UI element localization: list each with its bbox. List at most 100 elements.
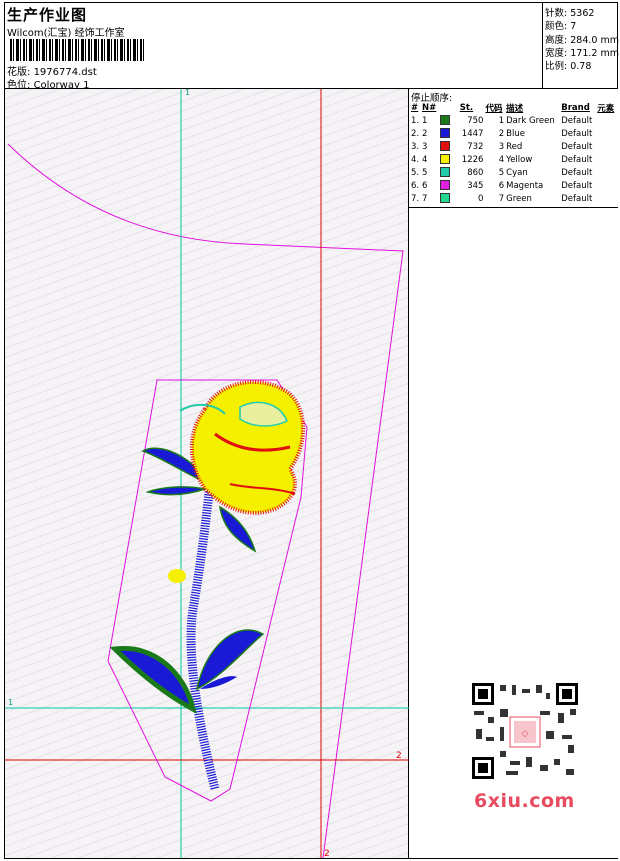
- cell-n: 4: [422, 154, 428, 165]
- cell-code: 5: [498, 167, 505, 178]
- stat-height: 高度: 284.0 mm: [545, 35, 619, 46]
- cell-idx: 1.: [411, 115, 420, 126]
- barcode-image: [10, 39, 145, 61]
- cell-brand: Default: [561, 115, 593, 126]
- table-row: 1. 1 750 1 Dark Green Default: [410, 114, 617, 127]
- embroidery-preview: 1 1 2 2: [5, 89, 409, 858]
- svg-text:◇: ◇: [522, 729, 529, 739]
- cell-n: 1: [422, 115, 428, 126]
- header-info: 生产作业图 Wilcom(汇宝) 经饰工作室 花版: 1976774.dst 色…: [4, 2, 542, 91]
- table-row: 6. 6 345 6 Magenta Default: [410, 179, 617, 192]
- cell-brand: Default: [561, 154, 593, 165]
- color-swatch: [439, 128, 450, 139]
- cell-desc: Magenta: [506, 180, 544, 191]
- element-cell: [596, 127, 617, 140]
- cell-st: 750: [467, 115, 484, 126]
- company-name: Wilcom(汇宝) 经饰工作室: [7, 28, 125, 39]
- table-row: 3. 3 732 3 Red Default: [410, 140, 617, 153]
- table-row: 4. 4 1226 4 Yellow Default: [410, 153, 617, 166]
- cell-idx: 4.: [411, 154, 420, 165]
- table-row: 7. 7 0 7 Green Default: [410, 192, 617, 205]
- cell-n: 3: [422, 141, 428, 152]
- leaf-upper-left-2: [145, 486, 208, 496]
- cell-code: 1: [498, 115, 505, 126]
- leaf-upper-right: [219, 505, 257, 553]
- stat-stitches: 针数: 5362: [545, 8, 595, 19]
- color-swatch-cell: [439, 114, 459, 127]
- cell-brand: Default: [561, 128, 593, 139]
- garment-outline: [7, 143, 404, 858]
- guide-h2-label: 2: [396, 751, 402, 761]
- cell-st: 0: [478, 193, 484, 204]
- stat-width: 宽度: 171.2 mm: [545, 48, 619, 59]
- color-swatch-cell: [439, 140, 459, 153]
- color-swatch: [439, 141, 450, 152]
- color-swatch: [439, 154, 450, 165]
- color-swatch-cell: [439, 153, 459, 166]
- element-cell: [596, 192, 617, 205]
- cell-n: 7: [422, 193, 428, 204]
- guide-h1-label: 1: [8, 698, 13, 707]
- table-header-row: # N# St. 代码 描述 Brand 元素: [410, 101, 617, 114]
- color-swatch: [439, 193, 450, 204]
- cell-code: 4: [498, 154, 505, 165]
- cell-desc: Red: [506, 141, 523, 152]
- cell-st: 860: [467, 167, 484, 178]
- table-row: 2. 2 1447 2 Blue Default: [410, 127, 617, 140]
- cell-idx: 2.: [411, 128, 420, 139]
- cell-idx: 7.: [411, 193, 420, 204]
- cell-idx: 3.: [411, 141, 420, 152]
- panel-divider: [409, 207, 618, 208]
- cell-n: 2: [422, 128, 428, 139]
- col-st: St.: [459, 102, 474, 113]
- color-swatch: [439, 180, 450, 191]
- design-stats: 针数: 5362 颜色: 7 高度: 284.0 mm 宽度: 171.2 mm…: [542, 2, 619, 88]
- color-swatch: [439, 167, 450, 178]
- element-cell: [596, 140, 617, 153]
- col-desc: 描述: [506, 103, 524, 114]
- stop-sequence-table: # N# St. 代码 描述 Brand 元素 1. 1 750 1 Dark Gree…: [410, 101, 617, 205]
- cell-brand: Default: [561, 167, 593, 178]
- cell-desc: Yellow: [506, 154, 533, 165]
- cell-desc: Blue: [506, 128, 525, 139]
- cell-st: 1447: [461, 128, 484, 139]
- cell-desc: Green: [506, 193, 532, 204]
- col-idx: #: [411, 102, 419, 113]
- color-swatch: [439, 115, 450, 126]
- col-code: 代码: [485, 103, 503, 114]
- col-brand: Brand: [561, 102, 590, 113]
- color-swatch-cell: [439, 127, 459, 140]
- table-row: 5. 5 860 5 Cyan Default: [410, 166, 617, 179]
- element-cell: [596, 153, 617, 166]
- cell-st: 1226: [461, 154, 484, 165]
- cell-code: 7: [498, 193, 505, 204]
- rose-bud: [168, 569, 186, 583]
- qr-code-image: ◇: [470, 681, 580, 781]
- design-canvas[interactable]: 1 1 2 2: [5, 89, 409, 858]
- cell-n: 6: [422, 180, 428, 191]
- cell-brand: Default: [561, 180, 593, 191]
- stat-scale: 比例: 0.78: [545, 61, 592, 72]
- cell-desc: Dark Green: [506, 115, 555, 126]
- cell-idx: 5.: [411, 167, 420, 178]
- cell-code: 2: [498, 128, 505, 139]
- cell-code: 6: [498, 180, 505, 191]
- color-swatch-cell: [439, 192, 459, 205]
- element-cell: [596, 114, 617, 127]
- cell-brand: Default: [561, 141, 593, 152]
- page-title: 生产作业图: [7, 6, 88, 24]
- guide-v1-label: 1: [185, 89, 190, 97]
- element-cell: [596, 179, 617, 192]
- cell-code: 3: [498, 141, 505, 152]
- watermark-text: 6xiu.com: [474, 790, 575, 812]
- color-swatch-cell: [439, 179, 459, 192]
- cell-st: 345: [467, 180, 484, 191]
- cell-brand: Default: [561, 193, 593, 204]
- col-element: 元素: [597, 103, 615, 114]
- col-n: N#: [422, 102, 437, 113]
- element-cell: [596, 166, 617, 179]
- color-swatch-cell: [439, 166, 459, 179]
- guide-v2-label: 2: [324, 849, 330, 858]
- cell-idx: 6.: [411, 180, 420, 191]
- stat-colors: 颜色: 7: [545, 21, 577, 32]
